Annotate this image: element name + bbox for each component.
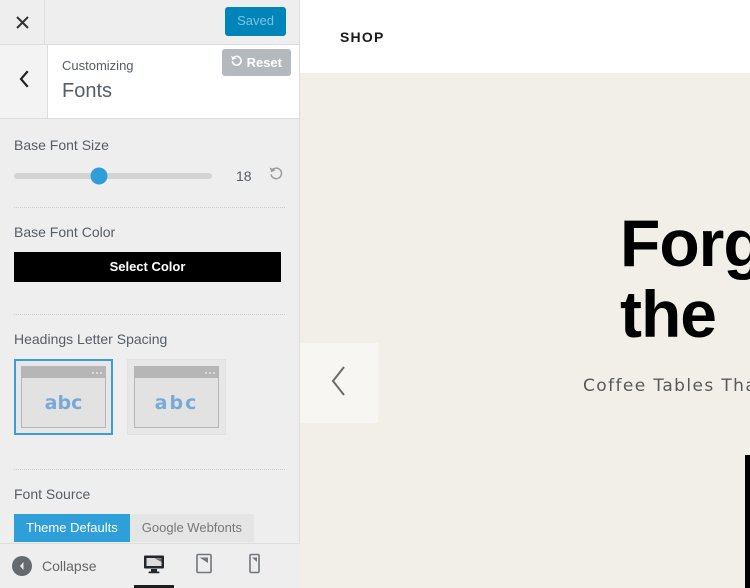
device-desktop-button[interactable] (134, 544, 175, 588)
customizer-footer: Collapse (0, 543, 300, 588)
rotate-ccw-icon (268, 165, 285, 187)
slider-handle[interactable] (90, 167, 108, 185)
tablet-icon (195, 553, 213, 580)
panel-back-button[interactable] (0, 45, 48, 118)
desktop-icon (143, 554, 165, 579)
device-tablet-button[interactable] (190, 544, 218, 588)
mini-window-preview: abc (134, 366, 219, 428)
dot-icon (100, 371, 102, 374)
reset-button[interactable]: Reset (221, 49, 291, 76)
dot-icon (213, 371, 215, 374)
site-header: SHOP (300, 0, 750, 73)
mini-titlebar (135, 367, 218, 378)
control-label-font-source: Font Source (14, 486, 91, 502)
close-icon (15, 15, 30, 30)
dot-icon (205, 371, 207, 374)
divider (14, 207, 285, 208)
control-label-headings-letter-spacing: Headings Letter Spacing (14, 331, 168, 347)
nav-link-shop[interactable]: SHOP (340, 29, 384, 45)
letter-spacing-option-normal[interactable]: abc (14, 359, 113, 435)
control-base-font-color: Base Font Color Select Color (14, 224, 285, 296)
hero-title-line2: the (620, 277, 717, 352)
base-font-size-value: 18 (235, 168, 252, 184)
collapse-button[interactable]: Collapse (12, 556, 96, 576)
control-label-base-font-color: Base Font Color (14, 224, 116, 240)
page-title: Fonts (62, 80, 113, 103)
save-button[interactable]: Saved (225, 7, 286, 36)
chevron-left-icon (328, 364, 350, 403)
select-color-button[interactable]: Select Color (14, 252, 281, 282)
control-label-base-font-size: Base Font Size (14, 137, 109, 153)
mini-window-preview: abc (21, 366, 106, 428)
slider-row: 18 (14, 165, 285, 187)
slider-reset-button[interactable] (268, 165, 285, 187)
preview-text: abc (154, 391, 199, 414)
mini-body: abc (22, 378, 105, 427)
chevron-left-icon (18, 70, 30, 93)
dot-icon (209, 371, 211, 374)
image-radio-group: abc abc (14, 359, 285, 435)
font-source-google-webfonts[interactable]: Google Webfonts (129, 514, 254, 542)
collapse-label: Collapse (42, 558, 97, 574)
close-customizer-button[interactable] (0, 0, 45, 44)
hero-title-line1: Forget (620, 206, 750, 280)
mini-titlebar (22, 367, 105, 378)
customizer-sidebar: Saved Customizing Fonts Reset Base Font … (0, 0, 300, 588)
customizer-app: Saved Customizing Fonts Reset Base Font … (0, 0, 750, 588)
carousel-prev-button[interactable] (300, 343, 378, 423)
chevron-left-circle-icon (12, 556, 32, 576)
device-preview-group (134, 544, 268, 588)
hero-subtitle: Coffee Tables That (583, 376, 750, 396)
dot-icon (96, 371, 98, 374)
rotate-ccw-icon (230, 54, 243, 70)
control-base-font-size: Base Font Size 18 (14, 137, 285, 201)
customizer-topbar: Saved (0, 0, 299, 45)
base-font-size-slider[interactable] (14, 167, 212, 185)
divider (14, 469, 285, 470)
panel-header: Customizing Fonts Reset (0, 45, 299, 119)
mini-body: abc (135, 378, 218, 427)
panel-title-wrap: Customizing Fonts Reset (48, 45, 299, 118)
hero-section: Forget the Coffee Tables That (300, 73, 750, 588)
divider (14, 314, 285, 315)
hero-title: Forget the (620, 206, 750, 352)
reset-button-label: Reset (246, 54, 282, 70)
dot-icon (92, 371, 94, 374)
site-preview-pane: SHOP Forget the Coffee Tables That (300, 0, 750, 588)
control-headings-letter-spacing: Headings Letter Spacing abc abc (14, 331, 285, 449)
preview-text: abc (44, 391, 83, 414)
controls-list: Base Font Size 18 Base Font Color Select… (0, 119, 299, 556)
hero-cta-button[interactable] (745, 455, 750, 588)
letter-spacing-option-wide[interactable]: abc (127, 359, 226, 435)
device-mobile-button[interactable] (240, 544, 268, 588)
mobile-icon (248, 553, 261, 580)
font-source-segmented-group: Theme Defaults Google Webfonts (14, 514, 285, 542)
font-source-theme-defaults[interactable]: Theme Defaults (14, 514, 130, 542)
